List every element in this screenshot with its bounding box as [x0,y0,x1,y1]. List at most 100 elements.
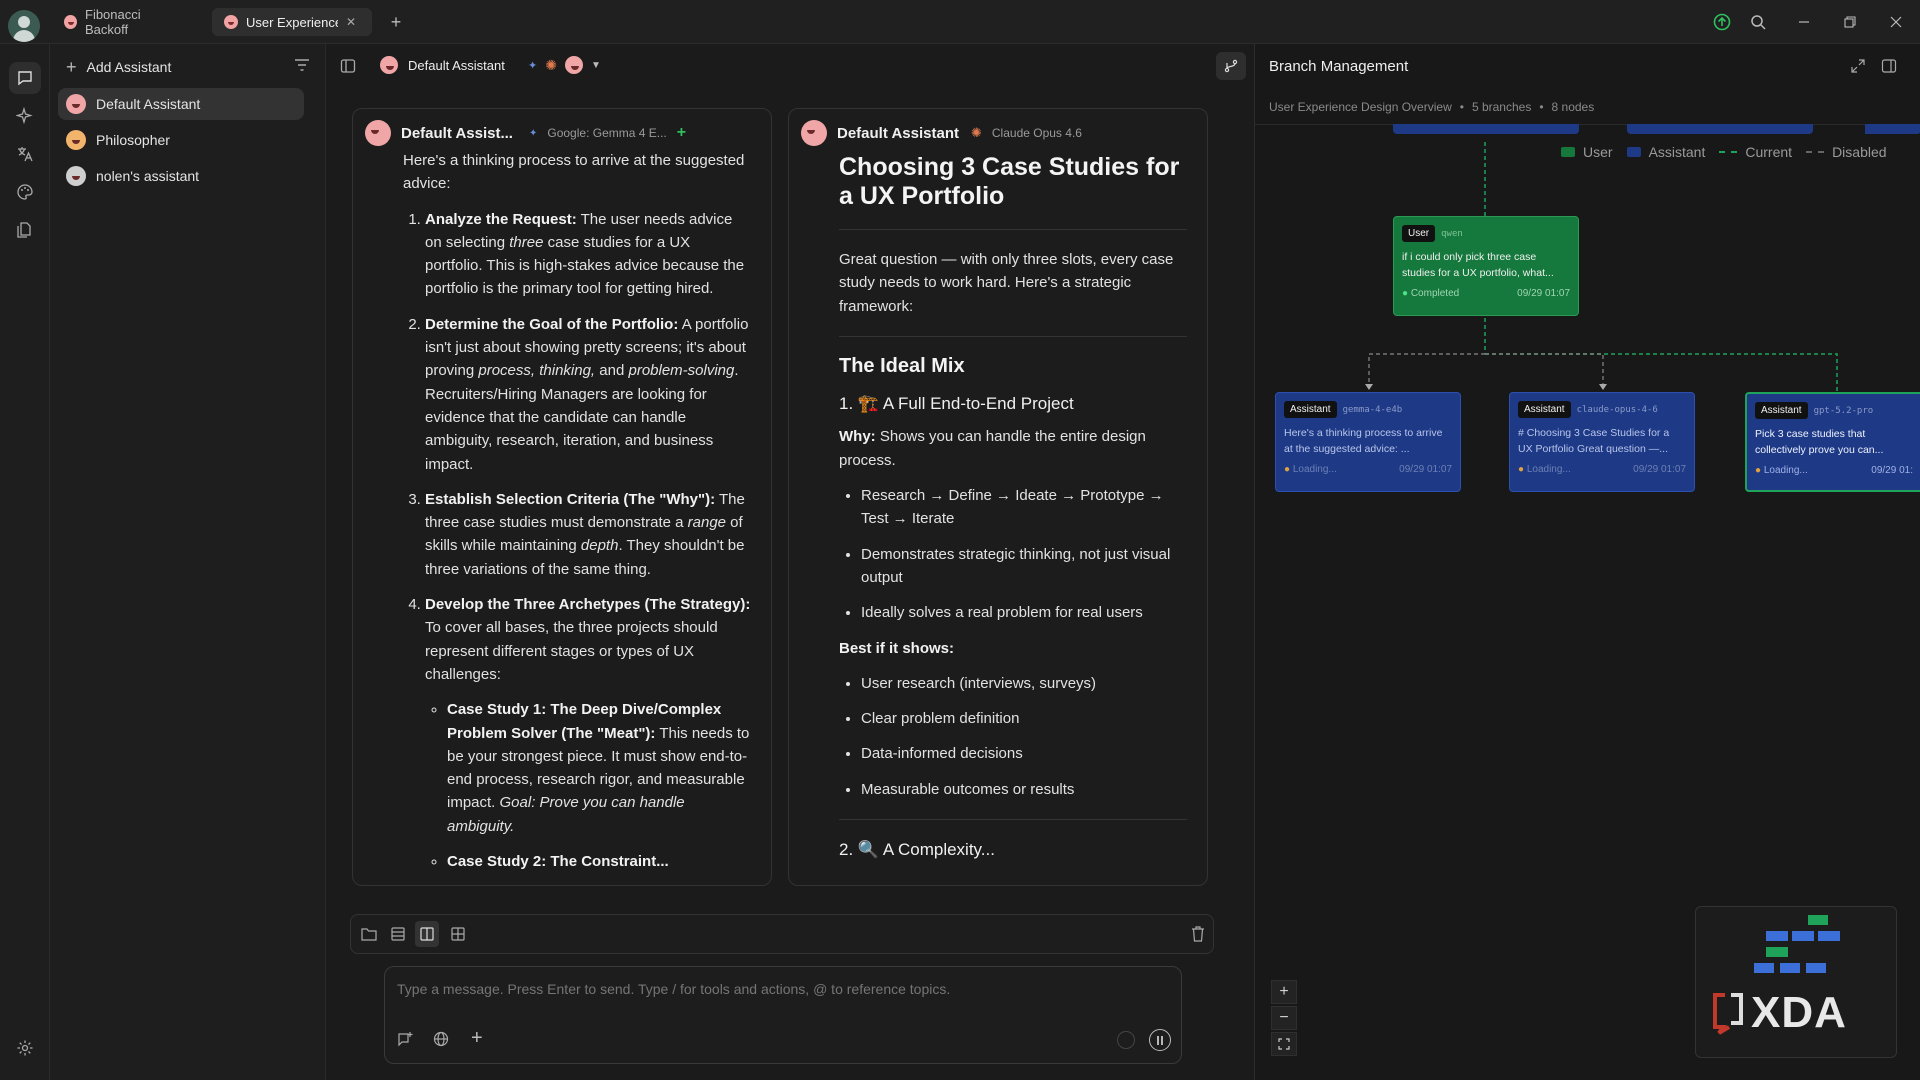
claude-icon: ✺ [545,56,557,73]
message-assistant-name: Default Assist... [401,124,513,142]
assistant-emoji-icon [64,15,77,29]
split-view-icon[interactable] [415,921,439,947]
add-assistant-label: Add Assistant [86,59,172,75]
add-icon[interactable]: + [677,124,686,142]
grid-view-icon[interactable] [451,927,465,941]
user-node[interactable]: User qwen if i could only pick three case… [1393,216,1579,316]
pause-button[interactable] [1149,1029,1171,1051]
sub-item-cut: Case Study 2: The Constraint... [447,850,751,873]
role-badge: Assistant [1518,401,1571,418]
update-icon[interactable] [1710,10,1734,34]
filter-icon[interactable] [294,58,310,72]
message-title: Choosing 3 Case Studies for a UX Portfol… [839,153,1180,210]
settings-icon[interactable] [9,1032,41,1064]
fit-view-button[interactable] [1271,1032,1297,1056]
divider [839,335,1187,337]
role-badge: User [1402,225,1436,242]
assistant-avatar-icon [380,56,398,74]
assistants-sidebar: + Add Assistant Default Assistant Philos… [50,44,326,1080]
chevron-down-icon: ▼ [590,59,601,71]
assistant-node-gpt-current[interactable]: Assistant gpt-5.2-pro Pick 3 case studies… [1745,392,1920,492]
bullet: Data-informed decisions [861,742,1187,765]
bullet: Ideally solves a real problem for real u… [861,601,1187,624]
assistant-item-philosopher[interactable]: Philosopher [58,124,304,156]
message-model-name: Claude Opus 4.6 [991,126,1082,140]
item-heading: 1. 🏗️ A Full End-to-End Project [839,394,1074,414]
bullet: Research → Define → Ideate → Prototype →… [861,484,1187,531]
tab-user-experience[interactable]: User Experience I ✕ [212,8,372,36]
folder-icon[interactable] [361,927,377,941]
node-footer: ● Completed 09/29 01:07 [1402,288,1570,299]
message-body: Here's a thinking process to arrive at t… [403,149,751,885]
item-heading-cut: 2. 🔍 A Complexity... [839,840,995,860]
node-model: claude-opus-4-6 [1576,405,1658,415]
web-search-icon[interactable] [433,1031,449,1047]
new-topic-icon[interactable] [397,1031,413,1047]
step-list: Analyze the Request: The user needs advi… [403,208,751,874]
divider [839,229,1187,230]
node-model: gpt-5.2-pro [1813,406,1874,416]
bullet: Demonstrates strategic thinking, not jus… [861,543,1187,590]
chat-header-name: Default Assistant [408,57,505,73]
best-label: Best if it shows: [839,639,955,657]
new-tab-button[interactable]: + [384,10,408,34]
title-bar: Fibonacci Backoff User Experience I ✕ + [0,0,1920,44]
search-icon[interactable] [1746,10,1770,34]
message-intro: Here's a thinking process to arrive at t… [403,152,745,193]
model-icons[interactable]: ✦ ✺ ▼ [528,56,601,74]
message-card-claude: Default Assistant ✺ Claude Opus 4.6 Choo… [788,108,1208,886]
assistant-label: nolen's assistant [96,168,200,184]
palette-icon[interactable] [9,176,41,208]
section-heading: The Ideal Mix [839,354,965,377]
assistant-avatar-icon [66,166,86,186]
assistant-item-default[interactable]: Default Assistant [58,88,304,120]
user-avatar[interactable] [8,10,40,42]
node-footer: ● Loading... 09/29 01:07 [1284,464,1452,475]
list-view-icon[interactable] [391,927,405,941]
node-footer: ● Loading... 09/29 01:07 [1518,464,1686,475]
message-body: Choosing 3 Case Studies for a UX Portfol… [839,149,1187,885]
node-footer: ● Loading... 09/29 01: [1755,465,1913,476]
branch-toggle-button[interactable] [1216,52,1246,80]
close-window-button[interactable] [1884,10,1908,34]
zoom-in-button[interactable]: + [1271,980,1297,1004]
message-intro: Great question — with only three slots, … [839,251,1174,315]
assistant-item-nolen[interactable]: nolen's assistant [58,160,304,192]
close-tab-icon[interactable]: ✕ [346,15,356,29]
sub-item: Case Study 1: The Deep Dive/Complex Prob… [447,698,751,838]
bullet: User research (interviews, surveys) [861,672,1187,695]
message-input[interactable] [397,977,1157,1001]
assistant-avatar-icon [365,120,391,146]
node-text: Pick 3 case studies that collectively pr… [1755,428,1884,456]
message-model-name: Google: Gemma 4 E... [547,126,667,140]
sparkle-icon[interactable] [9,100,41,132]
message-header: Default Assist... ✦ Google: Gemma 4 E...… [365,119,759,147]
tab-fibonacci-backoff[interactable]: Fibonacci Backoff [52,7,192,37]
translate-icon[interactable] [9,138,41,170]
toggle-sidebar-icon[interactable] [340,58,356,74]
tab-label: User Experience I [246,14,338,30]
zoom-out-button[interactable]: − [1271,1006,1297,1030]
gemma-icon: ✦ [528,127,538,139]
add-assistant-button[interactable]: + Add Assistant [66,54,171,80]
best-bullets: User research (interviews, surveys) Clea… [839,672,1187,801]
trash-icon[interactable] [1191,926,1205,942]
add-attachment-icon[interactable]: + [471,1027,483,1050]
bullet: Clear problem definition [861,707,1187,730]
assistant-node-gemma[interactable]: Assistant gemma-4-e4b Here's a thinking p… [1275,392,1461,492]
divider [839,819,1187,821]
chat-header-assistant[interactable]: Default Assistant [380,56,505,74]
node-text: Here's a thinking process to arrive at t… [1284,427,1443,455]
tab-label: Fibonacci Backoff [85,7,141,37]
files-icon[interactable] [9,214,41,246]
minimize-button[interactable] [1792,10,1816,34]
restore-button[interactable] [1838,10,1862,34]
assistant-node-claude[interactable]: Assistant claude-opus-4-6 # Choosing 3 Ca… [1509,392,1695,492]
message-assistant-name: Default Assistant [837,124,959,142]
chat-icon[interactable] [9,62,41,94]
node-model: gemma-4-e4b [1342,405,1403,415]
assistant-label: Default Assistant [96,96,201,112]
assistant-avatar-icon [66,130,86,150]
message-card-gemma: Default Assist... ✦ Google: Gemma 4 E...… [352,108,772,886]
loading-spinner-icon [1117,1031,1135,1049]
